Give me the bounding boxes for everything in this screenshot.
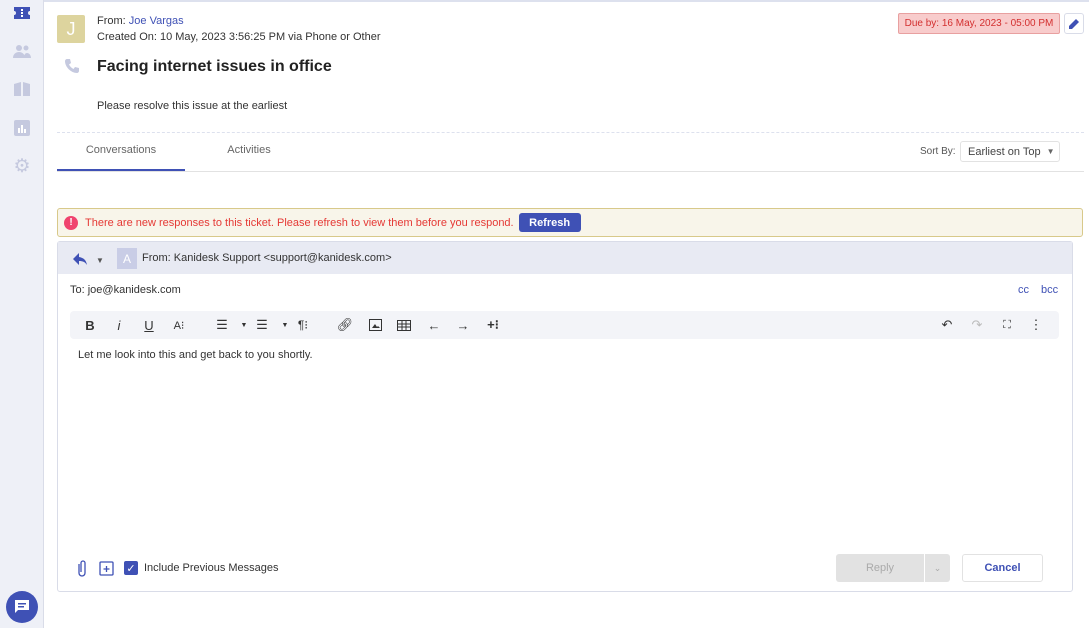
indent-arrow-icon[interactable]: →	[453, 311, 473, 339]
bcc-link[interactable]: bcc	[1041, 284, 1058, 296]
gear-icon[interactable]: ⚙	[12, 156, 32, 177]
users-icon[interactable]	[12, 42, 32, 60]
chevron-down-icon[interactable]: ▼	[234, 311, 254, 339]
refresh-button[interactable]: Refresh	[518, 213, 581, 232]
link-icon[interactable]: 🔗︎	[335, 311, 355, 339]
canned-response-icon[interactable]	[99, 560, 114, 579]
underline-icon[interactable]: U	[139, 311, 159, 339]
book-icon[interactable]	[12, 80, 32, 98]
reply-type-dropdown[interactable]: ▼	[96, 256, 104, 265]
outdent-arrow-icon[interactable]: ←	[424, 311, 444, 339]
edit-button[interactable]	[1064, 13, 1084, 34]
bold-icon[interactable]: B	[80, 311, 100, 339]
more-options-icon[interactable]: ⋮	[1026, 311, 1046, 339]
sort-label: Sort By:	[920, 146, 956, 157]
alert-icon: !	[64, 215, 78, 230]
tab-conversations[interactable]: Conversations	[57, 144, 185, 156]
sidebar: ⚙	[0, 0, 44, 628]
font-size-icon[interactable]: A⁝	[169, 311, 189, 339]
ticket-subject: Facing internet issues in office	[97, 58, 332, 75]
chat-icon[interactable]	[6, 591, 38, 623]
created-on: Created On: 10 May, 2023 3:56:25 PM via …	[97, 31, 381, 43]
ticket-description: Please resolve this issue at the earlies…	[97, 100, 288, 112]
alert-text: There are new responses to this ticket. …	[85, 216, 514, 229]
editor-body[interactable]: Let me look into this and get back to yo…	[78, 349, 1058, 539]
top-border	[44, 0, 1089, 2]
chevron-down-icon: ▼	[1046, 147, 1055, 156]
chart-icon[interactable]	[12, 119, 32, 137]
ordered-list-icon[interactable]: ☰	[212, 311, 232, 339]
ticket-icon[interactable]	[12, 4, 32, 22]
due-badge: Due by: 16 May, 2023 - 05:00 PM	[898, 13, 1060, 34]
italic-icon[interactable]: i	[109, 311, 129, 339]
table-icon[interactable]	[394, 311, 414, 339]
tab-activities[interactable]: Activities	[185, 144, 313, 156]
tabs-border	[57, 171, 1084, 172]
undo-icon[interactable]: ↶	[937, 311, 957, 339]
cc-text: cc	[1018, 284, 1029, 296]
divider	[57, 132, 1084, 133]
paragraph-icon[interactable]: ¶⁝	[293, 311, 313, 339]
chevron-down-icon[interactable]: ▼	[275, 311, 295, 339]
bcc-text: bcc	[1041, 284, 1059, 296]
attachment-icon[interactable]	[76, 559, 88, 580]
image-icon[interactable]	[365, 311, 385, 339]
bullet-list-icon[interactable]: ☰	[252, 311, 272, 339]
include-previous-label: Include Previous Messages	[144, 562, 279, 574]
from-address[interactable]: From: Kanidesk Support <support@kanidesk…	[142, 252, 392, 264]
new-responses-alert: ! There are new responses to this ticket…	[57, 208, 1083, 237]
ticket-from: From: Joe Vargas	[97, 15, 184, 27]
sort-value: Earliest on Top	[968, 145, 1041, 158]
pencil-icon	[1069, 18, 1079, 29]
fullscreen-icon[interactable]: ⛶	[997, 311, 1017, 339]
requester-link[interactable]: Joe Vargas	[129, 15, 184, 27]
from-avatar: A	[117, 248, 137, 269]
cc-link[interactable]: cc	[1018, 284, 1029, 296]
redo-icon[interactable]: ↷	[967, 311, 987, 339]
to-field[interactable]: To: joe@kanidesk.com	[70, 284, 181, 296]
sort-select[interactable]: Earliest on Top ▼	[960, 141, 1060, 162]
editor-body-text: Let me look into this and get back to yo…	[78, 349, 313, 361]
include-previous-checkbox[interactable]: ✓	[124, 561, 138, 575]
avatar: J	[57, 15, 85, 43]
reply-icon[interactable]	[72, 252, 88, 269]
reply-options-dropdown[interactable]: ⌄	[925, 554, 950, 582]
from-label: From:	[97, 15, 126, 27]
reply-button[interactable]: Reply	[836, 554, 924, 582]
insert-more-icon[interactable]: +⁝	[483, 311, 503, 339]
cancel-button[interactable]: Cancel	[962, 554, 1043, 582]
phone-icon	[64, 58, 80, 77]
